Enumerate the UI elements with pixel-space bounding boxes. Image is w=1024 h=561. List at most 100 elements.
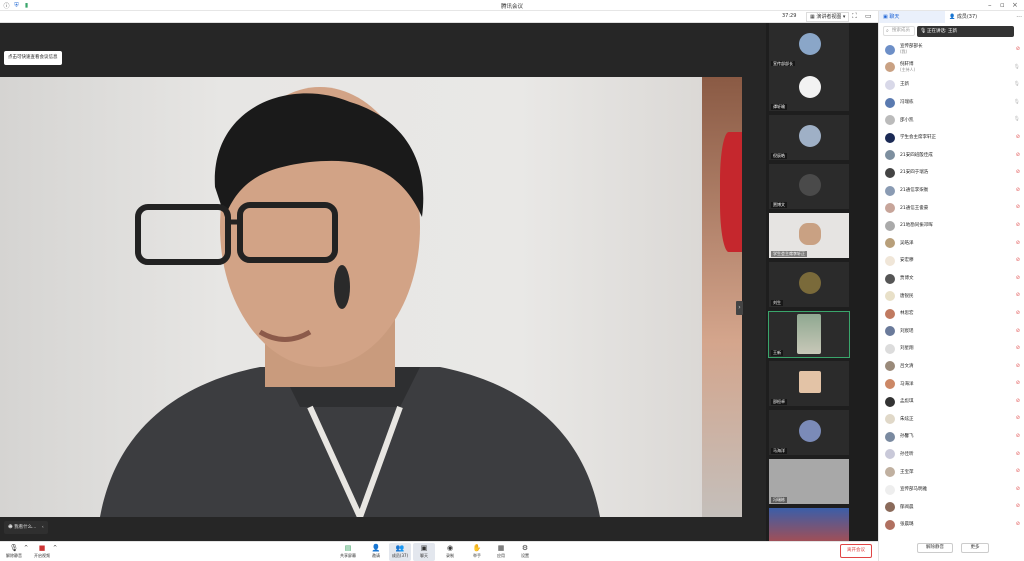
thumbnail[interactable]: 贾博文: [769, 164, 849, 209]
member-row[interactable]: 21安四班殷佳成 ⊘: [879, 147, 1024, 165]
mic-muted-icon[interactable]: ⊘: [1016, 275, 1020, 281]
chevron-up-icon[interactable]: ^: [24, 545, 28, 551]
mic-icon[interactable]: 🎙: [1014, 64, 1020, 70]
mic-muted-icon[interactable]: ⊘: [1016, 486, 1020, 492]
member-row[interactable]: 马海洋 ⊘: [879, 375, 1024, 393]
member-row[interactable]: 刘宸瑶 ⊘: [879, 323, 1024, 341]
mic-muted-icon[interactable]: ⊘: [1016, 345, 1020, 351]
member-row[interactable]: 朱炫正 ⊘: [879, 410, 1024, 428]
more-button[interactable]: 更多: [961, 543, 989, 553]
mic-muted-icon[interactable]: ⊘: [1016, 328, 1020, 334]
meeting-info-toast[interactable]: 点击可快速查看会议信息: [4, 51, 62, 65]
member-row[interactable]: 孙馨飞 ⊘: [879, 428, 1024, 446]
member-row[interactable]: 学生会主席李轩正 ⊘: [879, 129, 1024, 147]
start-video-button[interactable]: ■ 开启视频: [31, 543, 53, 561]
member-row[interactable]: 孟彪琪 ⊘: [879, 393, 1024, 411]
member-row[interactable]: 贾博文 ⊘: [879, 270, 1024, 288]
thumbnail[interactable]: 刘生: [769, 262, 849, 307]
mic-icon[interactable]: 🎙: [1014, 81, 1020, 87]
chat-button[interactable]: ▣ 聊天: [413, 543, 435, 561]
unmute-button[interactable]: 🎙 解除静音: [3, 543, 25, 561]
share-screen-button[interactable]: ▤ 共享屏幕: [337, 543, 359, 561]
member-row[interactable]: 张晨璐 ⊘: [879, 516, 1024, 534]
mic-muted-icon[interactable]: ⊘: [1016, 257, 1020, 263]
mic-muted-icon[interactable]: ⊘: [1016, 415, 1020, 421]
mic-muted-icon[interactable]: ⊘: [1016, 521, 1020, 527]
mic-muted-icon[interactable]: ⊘: [1016, 433, 1020, 439]
member-row[interactable]: 21地勘同振邓晖 ⊘: [879, 217, 1024, 235]
member-row[interactable]: 唐锐民 ⊘: [879, 287, 1024, 305]
member-info: 马海洋: [900, 382, 914, 387]
leave-meeting-button[interactable]: 离开会议: [840, 544, 872, 558]
mic-muted-icon[interactable]: ⊘: [1016, 503, 1020, 509]
member-row[interactable]: 刘星翔 ⊘: [879, 340, 1024, 358]
thumbnail-active[interactable]: 王新: [768, 311, 850, 358]
chevron-up-icon[interactable]: ^: [53, 545, 57, 551]
mic-muted-icon[interactable]: ⊘: [1016, 46, 1020, 52]
fullscreen-icon[interactable]: ⛶: [852, 12, 857, 21]
settings-button[interactable]: ⚙ 设置: [514, 543, 536, 561]
mic-muted-icon[interactable]: ⊘: [1016, 204, 1020, 210]
member-row[interactable]: 宣传部马明雅 ⊘: [879, 481, 1024, 499]
mic-muted-icon[interactable]: ⊘: [1016, 310, 1020, 316]
thumbnail[interactable]: [769, 508, 849, 541]
member-row[interactable]: 吴皓泽 ⊘: [879, 235, 1024, 253]
thumbnail[interactable]: 学生会主席李轩正: [769, 213, 849, 258]
close-icon[interactable]: ×: [1012, 1, 1018, 10]
apps-button[interactable]: ▦ 应用: [490, 543, 512, 561]
mic-muted-icon[interactable]: ⊘: [1016, 468, 1020, 474]
tab-members[interactable]: 👤 成员(37): [945, 11, 981, 23]
tab-chat[interactable]: ▣ 聊天: [879, 11, 945, 23]
member-row[interactable]: 孙佳昕 ⊘: [879, 446, 1024, 464]
record-button[interactable]: ◉ 录制: [439, 543, 461, 561]
more-icon[interactable]: ···: [1016, 14, 1024, 21]
mic-muted-icon[interactable]: ⊘: [1016, 380, 1020, 386]
layout-icon[interactable]: ▭: [865, 12, 872, 20]
view-mode-dropdown[interactable]: ▦ 演讲者视图 ▾: [806, 12, 850, 22]
mic-muted-icon[interactable]: ⊘: [1016, 152, 1020, 158]
chevron-left-icon[interactable]: ‹: [42, 525, 44, 530]
mic-muted-icon[interactable]: ⊘: [1016, 363, 1020, 369]
mic-icon[interactable]: 🎙: [1014, 116, 1020, 122]
member-row[interactable]: 郁阅晨 ⊘: [879, 498, 1024, 516]
minimize-icon[interactable]: –: [988, 1, 992, 10]
thumbnail-scrollbar[interactable]: [852, 23, 878, 541]
mic-muted-icon[interactable]: ⊘: [1016, 134, 1020, 140]
member-row[interactable]: 21通信李柒衡 ⊘: [879, 182, 1024, 200]
member-row[interactable]: 王宝萍 ⊘: [879, 463, 1024, 481]
thumbnail[interactable]: 马海洋: [769, 410, 849, 455]
thumbnail[interactable]: 冯瑞栋: [769, 459, 849, 504]
avatar: [885, 414, 895, 425]
members-button[interactable]: 👥 成员(37): [389, 543, 411, 561]
member-row[interactable]: 21安四于瑞浩 ⊘: [879, 164, 1024, 182]
member-row[interactable]: 王新 🎙: [879, 76, 1024, 94]
raise-hand-button[interactable]: ✋ 举手: [466, 543, 488, 561]
member-name: 张晨璐: [900, 522, 914, 528]
invite-button[interactable]: 👤 邀请: [365, 543, 387, 561]
maximize-icon[interactable]: ▫: [1000, 1, 1005, 10]
record-icon: ◉: [446, 544, 454, 552]
mic-muted-icon[interactable]: ⊘: [1016, 292, 1020, 298]
member-row[interactable]: 倪轩博 (主持人) 🎙: [879, 59, 1024, 77]
member-row[interactable]: 宣传部部长 (我) ⊘: [879, 41, 1024, 59]
mic-muted-icon[interactable]: ⊘: [1016, 169, 1020, 175]
collapse-thumbnails-button[interactable]: ›: [736, 301, 743, 315]
mic-muted-icon[interactable]: ⊘: [1016, 222, 1020, 228]
member-row[interactable]: 邵小凯 🎙: [879, 111, 1024, 129]
member-row[interactable]: 安宏穆 ⊘: [879, 252, 1024, 270]
member-row[interactable]: 林思宏 ⊘: [879, 305, 1024, 323]
member-search-input[interactable]: ⌕ 搜索成员: [883, 26, 915, 36]
member-row[interactable]: 21通信王俊豪 ⊘: [879, 199, 1024, 217]
mic-muted-icon[interactable]: ⊘: [1016, 451, 1020, 457]
thumbnail[interactable]: 宣传部部长: [769, 23, 849, 68]
mic-icon[interactable]: 🎙: [1014, 99, 1020, 105]
member-row[interactable]: 冯瑞栋 🎙: [879, 94, 1024, 112]
mic-muted-icon[interactable]: ⊘: [1016, 187, 1020, 193]
mic-muted-icon[interactable]: ⊘: [1016, 398, 1020, 404]
thumbnail[interactable]: 谭轩瑜: [769, 66, 849, 111]
mic-muted-icon[interactable]: ⊘: [1016, 240, 1020, 246]
thumbnail[interactable]: 倪辰皓: [769, 115, 849, 160]
thumbnail[interactable]: 邵桓卓: [769, 361, 849, 406]
unmute-all-button[interactable]: 解除静音: [917, 543, 953, 553]
member-row[interactable]: 吕文清 ⊘: [879, 358, 1024, 376]
